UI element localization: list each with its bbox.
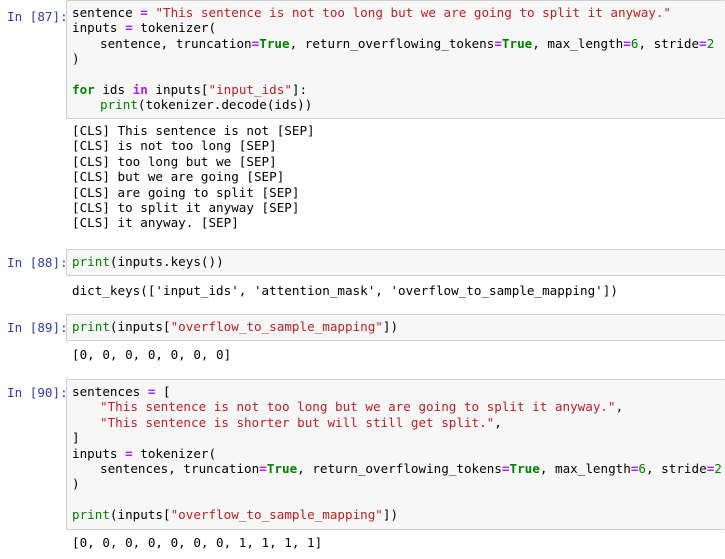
code-token: "This sentence is not too long but we ar… (100, 399, 616, 415)
code-token: ) (72, 51, 80, 67)
code-token: = (494, 35, 502, 51)
code-token: print (72, 507, 110, 523)
code-line: print(tokenizer.decode(ids)) (72, 97, 725, 112)
code-token: sentence (72, 5, 141, 20)
code-token: tokenizer( (132, 20, 217, 36)
output-line: [CLS] to split it anyway [SEP] (72, 199, 300, 215)
output-line: [0, 0, 0, 0, 0, 0, 0] (72, 347, 232, 362)
code-token: , max_length (532, 35, 624, 51)
code-token: in (132, 81, 148, 97)
code-token: 6 (638, 460, 647, 476)
code-line: print(inputs.keys()) (72, 254, 725, 269)
code-token: = (623, 35, 631, 51)
code-token: ]) (382, 507, 399, 523)
code-line: "This sentence is shorter but will still… (72, 415, 725, 430)
code-token: [ (155, 384, 171, 399)
output-line: dict_keys(['input_ids', 'attention_mask'… (72, 283, 618, 298)
code-token: True (509, 460, 540, 476)
code-token: , max_length (539, 460, 631, 476)
output-line: [CLS] it anyway. [SEP] (72, 215, 239, 231)
code-token: (inputs[ (109, 507, 171, 523)
output-line: [CLS] are going to split [SEP] (72, 184, 300, 200)
code-token: ids (94, 81, 133, 97)
code-token: , stride (646, 460, 707, 476)
code-token: sentences (72, 384, 148, 399)
code-token: inputs[ (147, 81, 209, 97)
code-token: = (125, 445, 133, 461)
code-token: sentences, truncation (100, 460, 260, 476)
code-token: "overflow_to_sample_mapping" (170, 507, 383, 523)
output-line: [CLS] is not too long [SEP] (72, 138, 277, 154)
code-token: True (501, 35, 533, 51)
code-token: ]) (382, 319, 399, 334)
output-line: [CLS] too long but we [SEP] (72, 153, 277, 169)
code-token: True (266, 460, 298, 476)
cell-output: dict_keys(['input_ids', 'attention_mask'… (72, 283, 618, 298)
code-token: , (494, 414, 502, 430)
code-token: print (100, 97, 138, 113)
cell-output: [0, 0, 0, 0, 0, 0, 0] (72, 347, 231, 362)
cell-output: [CLS] This sentence is not [SEP] [CLS] is… (72, 123, 315, 231)
code-token: 2 (714, 460, 722, 476)
code-token: (inputs.keys()) (109, 254, 224, 269)
output-line: [CLS] but we are going [SEP] (72, 169, 285, 185)
code-token: (inputs[ (109, 319, 171, 334)
code-token: "This sentence is shorter but will still… (100, 414, 495, 430)
code-line: sentences, truncation=True, return_overf… (72, 461, 725, 476)
code-line: ) (72, 476, 725, 491)
code-input-area[interactable]: sentences = ["This sentence is not too l… (66, 379, 725, 530)
code-token: ) (72, 476, 80, 492)
code-line: print(inputs["overflow_to_sample_mapping… (72, 507, 725, 522)
code-line: sentences = [ (72, 384, 725, 399)
code-token: 2 (706, 35, 715, 51)
code-line: print(inputs["overflow_to_sample_mapping… (72, 319, 725, 334)
code-line: for ids in inputs["input_ids"]: (72, 82, 725, 97)
code-token: , return_overflowing_tokens (297, 460, 502, 476)
cell-prompt: In [87]: (7, 9, 68, 24)
code-token: ] (72, 430, 80, 446)
code-token: ]: (291, 81, 308, 97)
code-token: tokenizer( (132, 445, 217, 461)
output-line: [0, 0, 0, 0, 0, 0, 0, 1, 1, 1, 1] (72, 535, 323, 550)
code-token: = (125, 20, 133, 36)
code-line: "This sentence is not too long but we ar… (72, 399, 725, 414)
code-token: (tokenizer.decode(ids)) (137, 97, 313, 113)
code-token: "input_ids" (208, 81, 292, 97)
code-line: inputs = tokenizer( (72, 20, 725, 35)
code-token: , stride (638, 35, 700, 51)
code-line: ) (72, 51, 725, 66)
code-line: ] (72, 430, 725, 445)
code-token: = (699, 35, 707, 51)
code-token: print (72, 319, 110, 334)
code-token: = (259, 460, 267, 476)
code-line: inputs = tokenizer( (72, 446, 725, 461)
cell-output: [0, 0, 0, 0, 0, 0, 0, 1, 1, 1, 1] (72, 535, 322, 550)
code-input-area[interactable]: print(inputs.keys()) (66, 249, 725, 276)
cell-prompt: In [89]: (7, 320, 68, 335)
code-token: print (72, 254, 110, 269)
cell-prompt: In [90]: (7, 385, 68, 400)
cell-prompt: In [88]: (7, 255, 68, 270)
code-input-area[interactable]: print(inputs["overflow_to_sample_mapping… (66, 314, 725, 341)
code-token: "This sentence is not too long but we ar… (155, 5, 672, 20)
code-token: inputs (72, 20, 126, 36)
code-token: True (259, 35, 290, 51)
code-token: for (72, 81, 95, 97)
code-token: , (615, 399, 624, 415)
code-line: sentence = "This sentence is not too lon… (72, 5, 725, 20)
code-input-area[interactable]: sentence = "This sentence is not too lon… (66, 0, 725, 119)
code-line: sentence, truncation=True, return_overfl… (72, 36, 725, 51)
code-token: "overflow_to_sample_mapping" (170, 319, 383, 334)
code-token: sentence, truncation (100, 35, 252, 51)
code-token: , return_overflowing_tokens (289, 35, 495, 51)
output-line: [CLS] This sentence is not [SEP] (72, 123, 315, 138)
code-token: = (140, 5, 148, 20)
code-token: inputs (72, 445, 126, 461)
